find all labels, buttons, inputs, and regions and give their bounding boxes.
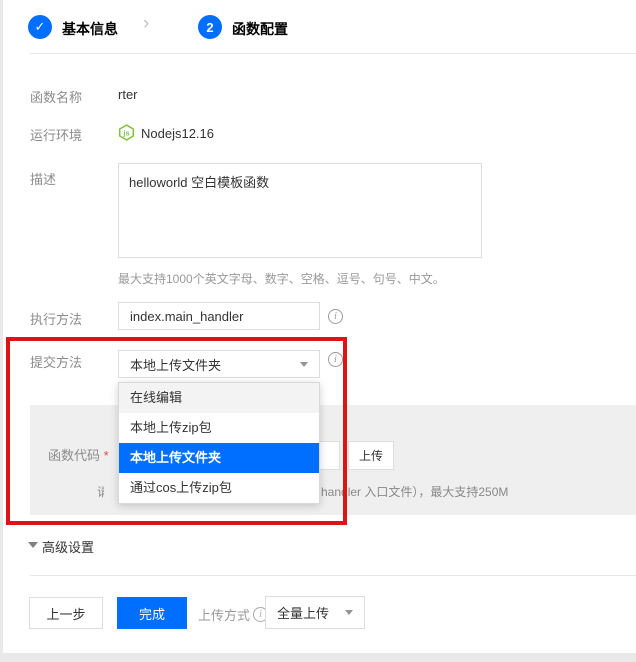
description-textarea[interactable]: helloworld 空白模板函数	[118, 163, 482, 258]
check-icon: ✓	[35, 19, 46, 35]
runtime-label: 运行环境	[30, 125, 82, 144]
dropdown-option-local-zip[interactable]: 本地上传zip包	[119, 413, 319, 443]
code-hint-clipped-fragment: 请	[97, 483, 104, 500]
step2-label: 函数配置	[232, 19, 288, 39]
upload-button[interactable]: 上传	[348, 441, 394, 470]
required-asterisk: *	[104, 448, 109, 463]
step2-number-badge: 2	[198, 15, 222, 39]
submit-method-selected-value: 本地上传文件夹	[130, 355, 221, 374]
dropdown-option-online-edit[interactable]: 在线编辑	[119, 383, 319, 413]
footer-divider	[30, 575, 636, 576]
chevron-down-icon	[345, 610, 353, 615]
submit-method-select[interactable]: 本地上传文件夹	[118, 350, 320, 378]
function-name-value: rter	[118, 87, 138, 102]
step1-done-check-icon: ✓	[28, 15, 52, 39]
step1-label: 基本信息	[62, 19, 118, 39]
description-hint: 最大支持1000个英文字母、数字、空格、逗号、句号、中文。	[118, 270, 445, 287]
submit-method-info-icon[interactable]: i	[328, 352, 343, 367]
step-separator-chevron-icon: ›	[143, 13, 149, 35]
collapse-triangle-icon	[28, 542, 38, 548]
handler-info-icon[interactable]: i	[328, 309, 343, 324]
code-hint-text: handler 入口文件），最大支持250M	[321, 483, 508, 500]
handler-label: 执行方法	[30, 309, 82, 328]
dropdown-option-cos-zip[interactable]: 通过cos上传zip包	[119, 473, 319, 503]
header-divider	[30, 53, 636, 54]
done-button[interactable]: 完成	[117, 597, 187, 629]
step2-number: 2	[206, 20, 213, 35]
upload-mode-label: 上传方式 i	[198, 605, 268, 624]
description-label: 描述	[30, 169, 56, 188]
submit-method-dropdown-menu: 在线编辑 本地上传zip包 本地上传文件夹 通过cos上传zip包	[118, 382, 320, 504]
upload-mode-selected-value: 全量上传	[277, 603, 329, 622]
upload-mode-select[interactable]: 全量上传	[265, 596, 365, 629]
function-name-label: 函数名称	[30, 87, 82, 106]
chevron-down-icon	[300, 362, 308, 367]
runtime-value: Nodejs12.16	[141, 126, 214, 141]
previous-step-button[interactable]: 上一步	[29, 597, 103, 629]
svg-text:js: js	[122, 129, 129, 138]
submit-method-label: 提交方法	[30, 352, 82, 371]
function-code-label: 函数代码 *	[48, 445, 109, 464]
dropdown-option-local-folder[interactable]: 本地上传文件夹	[119, 443, 319, 473]
nodejs-icon: js	[118, 124, 135, 141]
handler-input[interactable]	[118, 302, 320, 330]
advanced-settings-toggle[interactable]: 高级设置	[42, 537, 94, 556]
